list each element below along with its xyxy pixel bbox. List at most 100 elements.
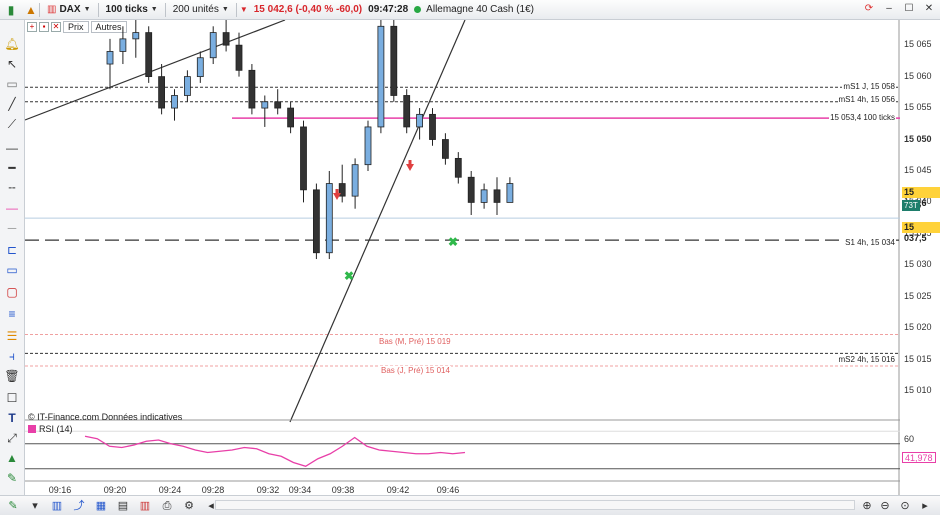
- scroll-right-icon[interactable]: ▸: [918, 499, 932, 513]
- candle: [106, 38, 114, 90]
- buy-signal-marker: ✖: [448, 235, 458, 249]
- candle: [364, 120, 372, 171]
- chart-logo-icon: ▥: [47, 4, 57, 15]
- alert-icon[interactable]: 🔔︎: [3, 36, 21, 52]
- candle: [493, 177, 501, 215]
- level-label-ms1-4h: mS1 4h, 15 056: [837, 95, 896, 104]
- text-icon[interactable]: T: [3, 410, 21, 426]
- chevron-down-icon: ▼: [221, 6, 229, 13]
- price-axis-label: 15 055: [904, 102, 932, 113]
- candle-body: [287, 107, 295, 128]
- refresh-icon[interactable]: ⟳: [862, 2, 876, 16]
- fit-icon[interactable]: ⊙: [898, 499, 912, 513]
- down-arrow-icon: ▼: [239, 5, 248, 14]
- indicator-icon[interactable]: ▤: [116, 499, 130, 513]
- rectangle-icon[interactable]: ▭: [3, 262, 21, 278]
- chart-type-icon[interactable]: ▮: [2, 2, 20, 18]
- candle-body: [480, 189, 488, 203]
- chart-grid: [25, 20, 900, 495]
- candle-body: [209, 32, 217, 59]
- level-line-icon[interactable]: ╌: [3, 180, 21, 196]
- channel-icon[interactable]: ⊏: [3, 242, 21, 258]
- rsi-level-label: 60: [904, 434, 915, 444]
- candle-body: [429, 113, 436, 140]
- price-axis-label: 15 020: [904, 322, 932, 333]
- price-axis-label: 15 050: [904, 133, 932, 144]
- line-icon[interactable]: ╱: [3, 96, 21, 112]
- box-icon[interactable]: ▢: [3, 284, 21, 300]
- bottom-toolbar: ✎ ▾ ▥ ⤴ ▦ ▤ ▥ ⎙ ⚙ ◂ ⊕ ⊖ ⊙ ▸: [0, 495, 940, 515]
- ruler-icon[interactable]: ▭: [3, 76, 21, 92]
- time-axis-label: 09:20: [103, 485, 127, 495]
- arrow-up-icon[interactable]: ▲: [3, 450, 21, 466]
- candle: [416, 108, 424, 140]
- zoom-out-icon[interactable]: ⊖: [878, 499, 892, 513]
- sell-arrow-stem: [335, 189, 339, 193]
- price-axis-label: 15 010: [904, 385, 932, 396]
- candle: [209, 26, 217, 65]
- trash-icon[interactable]: 🗑︎: [3, 368, 21, 384]
- candle-body: [171, 95, 178, 109]
- horizontal-scrollbar[interactable]: [215, 500, 855, 510]
- support-resistance-levels: [25, 86, 900, 367]
- candle: [454, 152, 462, 184]
- rsi-value-label: 41,978: [902, 452, 936, 463]
- measure-icon[interactable]: ⤢: [3, 430, 21, 446]
- price-axis-label: 15 025: [904, 290, 932, 301]
- price-chart[interactable]: ✖✖: [25, 20, 900, 495]
- pencil-icon[interactable]: ✎: [6, 499, 20, 513]
- fan-icon[interactable]: ☰: [3, 328, 21, 344]
- candle: [325, 170, 333, 260]
- maximize-icon[interactable]: ☐: [902, 2, 916, 16]
- share-icon[interactable]: ⤴: [72, 499, 86, 513]
- units-dropdown[interactable]: 200 unités ▼: [169, 4, 233, 15]
- candle-body: [222, 32, 230, 46]
- fibonacci-icon[interactable]: ≡: [3, 306, 21, 322]
- symbol-dropdown[interactable]: ▥ DAX ▼: [43, 4, 95, 15]
- pitchfork-icon[interactable]: ⫞: [3, 348, 21, 364]
- candle: [300, 120, 307, 203]
- thin-line-icon[interactable]: ─: [3, 220, 21, 236]
- candle-body: [467, 176, 475, 203]
- candle: [403, 89, 411, 134]
- symbol-label: DAX: [59, 4, 81, 15]
- minimize-icon[interactable]: –: [882, 2, 896, 16]
- candle: [274, 89, 282, 115]
- candle: [429, 108, 436, 146]
- horizontal-ray-icon[interactable]: ━: [3, 160, 21, 176]
- bell-icon[interactable]: ▲: [22, 2, 40, 18]
- ticks-label: 100 ticks: [105, 4, 148, 15]
- candle-body: [183, 76, 191, 96]
- top-toolbar: ▮ ▲ ▥ DAX ▼ 100 ticks ▼ 200 unités ▼ ▼ 1…: [0, 0, 940, 20]
- dropdown-icon[interactable]: ▾: [28, 499, 42, 513]
- time-axis-label: 09:28: [201, 485, 225, 495]
- layout-icon[interactable]: ▦: [94, 499, 108, 513]
- close-icon[interactable]: ✕: [922, 2, 936, 16]
- candle: [119, 26, 127, 65]
- rectangle-tool-icon[interactable]: ☐: [3, 390, 21, 406]
- compare-icon[interactable]: ▥: [138, 499, 152, 513]
- candle-body: [493, 189, 501, 203]
- price-axis-label: 15 015: [904, 353, 932, 364]
- time-axis-label: 09:46: [436, 485, 460, 495]
- level-label-bas-m: Bas (M, Pré) 15 019: [378, 337, 452, 346]
- price-axis-label: 15 030: [904, 259, 932, 270]
- pink-line-icon[interactable]: —: [3, 200, 21, 216]
- candle-body: [261, 101, 269, 109]
- candle-body: [312, 189, 320, 254]
- settings-icon[interactable]: ⚙: [182, 499, 196, 513]
- horizontal-line-icon[interactable]: —: [3, 140, 21, 156]
- price-axis-label: 15 045: [904, 164, 932, 175]
- ray-icon[interactable]: ⟋: [3, 116, 21, 132]
- candle: [467, 170, 475, 215]
- candle-body: [403, 95, 411, 128]
- print-icon[interactable]: ⎙: [160, 499, 174, 513]
- chart-type-icon[interactable]: ▥: [50, 499, 64, 513]
- time-axis-label: 09:16: [48, 485, 72, 495]
- cursor-icon[interactable]: ↖: [3, 56, 21, 72]
- hand-icon[interactable]: ✎: [3, 470, 21, 486]
- ticks-dropdown[interactable]: 100 ticks ▼: [102, 4, 162, 15]
- zoom-in-icon[interactable]: ⊕: [860, 499, 874, 513]
- candle-body: [196, 57, 204, 78]
- candle: [261, 95, 269, 127]
